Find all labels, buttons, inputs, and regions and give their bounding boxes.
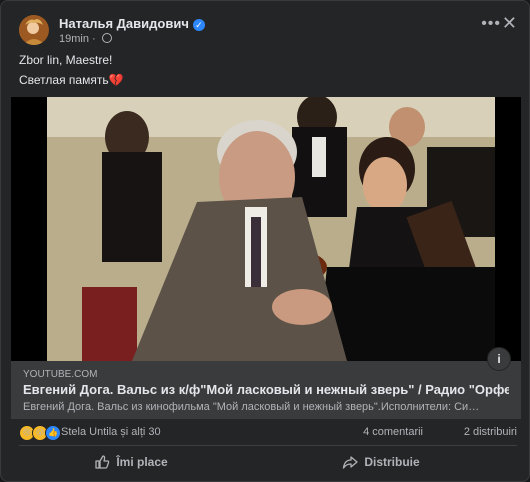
link-title[interactable]: Евгений Дога. Вальс из к/ф"Мой ласковый … (23, 382, 509, 397)
post-time[interactable]: 19min (59, 33, 89, 45)
post-header: Наталья Давидович ✓ 19min · ••• ✕ (19, 13, 517, 47)
video-frame (47, 97, 495, 361)
link-domain: YOUTUBE.COM (23, 369, 98, 380)
post-text-line-2-text: Светлая память (19, 73, 109, 87)
like-reaction-icon: 👍 (45, 425, 61, 441)
reactions-bar: 😢 😮 👍 Stela Untila și alți 30 4 comentarii… (19, 425, 517, 443)
link-preview[interactable]: i YOUTUBE.COM Евгений Дога. Вальс из к/ф… (11, 347, 521, 419)
comments-count[interactable]: 4 comentarii (363, 426, 423, 438)
divider (19, 445, 517, 446)
like-button-label: Îmi place (116, 455, 168, 469)
author-name[interactable]: Наталья Давидович ✓ (59, 16, 205, 31)
shares-count[interactable]: 2 distribuiri (464, 426, 517, 438)
info-icon[interactable]: i (487, 347, 511, 371)
globe-icon (101, 33, 112, 43)
reaction-summary[interactable]: Stela Untila și alți 30 (61, 426, 161, 438)
post-text-line-2: Светлая память💔 (19, 73, 124, 87)
feed-post: Наталья Давидович ✓ 19min · ••• ✕ Zbor li… (0, 0, 530, 482)
post-meta: 19min · (59, 33, 112, 45)
more-options-icon[interactable]: ••• (481, 15, 501, 33)
video-scene-image (47, 97, 495, 361)
share-button[interactable]: Distribuie (261, 448, 501, 476)
post-actions: Îmi place Distribuie (11, 448, 519, 476)
share-button-label: Distribuie (364, 455, 420, 469)
reaction-icons[interactable]: 😢 😮 👍 (19, 425, 61, 441)
verified-badge-icon: ✓ (192, 19, 205, 31)
thumbs-up-icon (95, 455, 110, 469)
video-thumbnail[interactable] (11, 97, 521, 361)
like-button[interactable]: Îmi place (11, 448, 251, 476)
post-text-line-1: Zbor lin, Maestre! (19, 53, 113, 67)
close-icon[interactable]: ✕ (502, 13, 517, 34)
link-description: Евгений Дога. Вальс из кинофильма "Мой л… (23, 401, 485, 413)
author-name-text[interactable]: Наталья Давидович (59, 16, 189, 31)
broken-heart-emoji: 💔 (108, 73, 124, 87)
author-avatar[interactable] (19, 15, 49, 45)
meta-separator: · (92, 33, 96, 45)
share-arrow-icon (343, 456, 358, 469)
